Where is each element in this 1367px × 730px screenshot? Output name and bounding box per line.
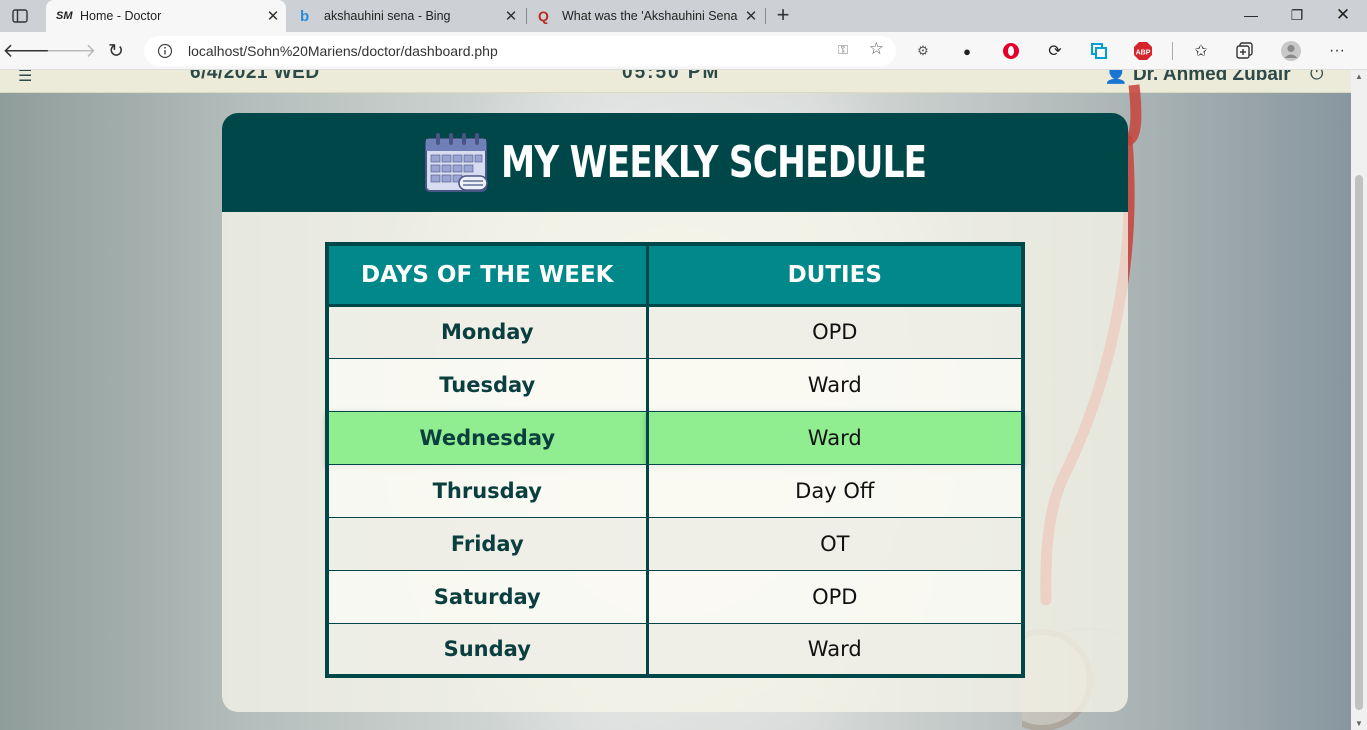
column-header-duties: DUTIES	[647, 244, 1023, 307]
new-tab-icon[interactable]: +	[770, 3, 796, 29]
table-row: Monday OPD	[327, 305, 1023, 359]
scroll-up-icon[interactable]: ▲	[1355, 72, 1363, 81]
day-cell: Tuesday	[327, 358, 649, 412]
header-date: 6/4/2021 WED	[190, 70, 320, 83]
duty-cell: Ward	[647, 358, 1023, 412]
more-menu-icon[interactable]: ···	[1326, 40, 1348, 62]
tab-close-icon[interactable]: ✕	[260, 7, 286, 25]
day-cell: Sunday	[327, 623, 649, 676]
back-icon[interactable]: 🡐	[3, 38, 54, 64]
duty-cell: OPD	[647, 570, 1023, 624]
tab-actions-icon[interactable]	[10, 7, 30, 25]
restore-icon[interactable]: ❐	[1274, 0, 1320, 30]
tab-close-icon[interactable]: ✕	[738, 7, 764, 25]
tab-title: What was the 'Akshauhini Sena' c	[562, 9, 738, 23]
user-name-label: Dr. Ahmed Zubair	[1132, 70, 1291, 85]
table-header-row: DAYS OF THE WEEK DUTIES	[327, 244, 1023, 307]
svg-text:ABP: ABP	[1136, 50, 1151, 57]
column-header-days: DAYS OF THE WEEK	[327, 244, 649, 307]
tab-close-icon[interactable]: ✕	[498, 7, 524, 25]
favorites-icon[interactable]: ✩	[1190, 40, 1212, 62]
hamburger-menu-icon[interactable]: ☰	[18, 70, 32, 86]
duty-cell: OT	[647, 517, 1023, 571]
bing-favicon-icon: b	[300, 7, 310, 25]
table-row: Saturday OPD	[327, 570, 1023, 624]
logout-power-icon[interactable]: ⏻	[1310, 70, 1323, 84]
opera-extension-icon[interactable]	[1000, 40, 1022, 62]
forward-icon[interactable]: 🡒	[46, 38, 97, 64]
schedule-title: MY WEEKLY SCHEDULE	[501, 137, 927, 188]
day-cell: Friday	[327, 517, 649, 571]
duty-cell: Ward	[647, 623, 1023, 676]
schedule-table: DAYS OF THE WEEK DUTIES Monday OPD Tuesd…	[325, 242, 1025, 678]
day-cell: Saturday	[327, 570, 649, 624]
vertical-scrollbar[interactable]: ▲ ▼	[1351, 70, 1367, 730]
refresh-icon[interactable]: ↻	[102, 38, 130, 64]
day-cell: Thrusday	[327, 464, 649, 518]
tab-home-doctor[interactable]: SM Home - Doctor ✕	[46, 0, 286, 32]
day-cell: Monday	[327, 305, 649, 359]
tab-title: akshauhini sena - Bing	[324, 9, 451, 23]
extension-icon[interactable]: ●	[956, 40, 978, 62]
duty-cell: Ward	[647, 411, 1023, 465]
minimize-icon[interactable]: —	[1228, 0, 1274, 30]
info-icon[interactable]	[152, 38, 178, 64]
profile-avatar-icon[interactable]	[1280, 40, 1302, 62]
user-name[interactable]: 👤 Dr. Ahmed Zubair	[1104, 70, 1291, 86]
tab-separator	[526, 8, 527, 24]
dashboard-header: ☰ 6/4/2021 WED 05:50 PM 👤 Dr. Ahmed Zuba…	[0, 70, 1351, 93]
sm-favicon-icon: SM	[56, 10, 73, 22]
table-row: Thrusday Day Off	[327, 464, 1023, 518]
tab-title: Home - Doctor	[80, 9, 162, 23]
browser-toolbar: 🡐 🡒 ↻ localhost/Sohn%20Mariens/doctor/da…	[0, 32, 1367, 70]
table-row: Tuesday Ward	[327, 358, 1023, 412]
schedule-header: MY WEEKLY SCHEDULE	[222, 113, 1128, 212]
performance-icon[interactable]: ⚙	[912, 40, 934, 62]
header-time: 05:50 PM	[622, 70, 721, 83]
screenshot-extension-icon[interactable]	[1088, 40, 1110, 62]
page-content: ☰ 6/4/2021 WED 05:50 PM 👤 Dr. Ahmed Zuba…	[0, 70, 1351, 730]
tab-quora[interactable]: Q What was the 'Akshauhini Sena' c ✕	[528, 0, 764, 32]
tab-separator	[765, 8, 766, 24]
user-icon: 👤	[1104, 70, 1128, 85]
day-cell: Wednesday	[327, 411, 649, 465]
collections-icon[interactable]	[1234, 40, 1256, 62]
add-favorite-icon[interactable]: ☆	[869, 39, 884, 59]
scroll-down-icon[interactable]: ▼	[1355, 719, 1363, 728]
table-row-today: Wednesday Ward	[327, 411, 1023, 465]
adblock-plus-icon[interactable]: ABP	[1132, 40, 1154, 62]
tab-bing[interactable]: b akshauhini sena - Bing ✕	[290, 0, 524, 32]
url-text: localhost/Sohn%20Mariens/doctor/dashboar…	[188, 43, 498, 59]
scrollbar-thumb[interactable]	[1355, 175, 1363, 710]
duty-cell: Day Off	[647, 464, 1023, 518]
quora-favicon-icon: Q	[538, 8, 549, 24]
weekly-schedule-panel: MY WEEKLY SCHEDULE DAYS OF THE WEEK DUTI…	[222, 113, 1128, 712]
duty-cell: OPD	[647, 305, 1023, 359]
toolbar-divider	[1172, 42, 1173, 60]
close-window-icon[interactable]: ✕	[1320, 0, 1366, 30]
address-bar[interactable]: localhost/Sohn%20Mariens/doctor/dashboar…	[144, 36, 896, 66]
table-row: Friday OT	[327, 517, 1023, 571]
calendar-icon	[425, 132, 489, 192]
sync-extension-icon[interactable]: ⟳	[1044, 40, 1066, 62]
table-row: Sunday Ward	[327, 623, 1023, 676]
password-key-icon[interactable]: ⚿	[838, 42, 848, 58]
browser-tab-bar: SM Home - Doctor ✕ b akshauhini sena - B…	[0, 0, 1367, 32]
